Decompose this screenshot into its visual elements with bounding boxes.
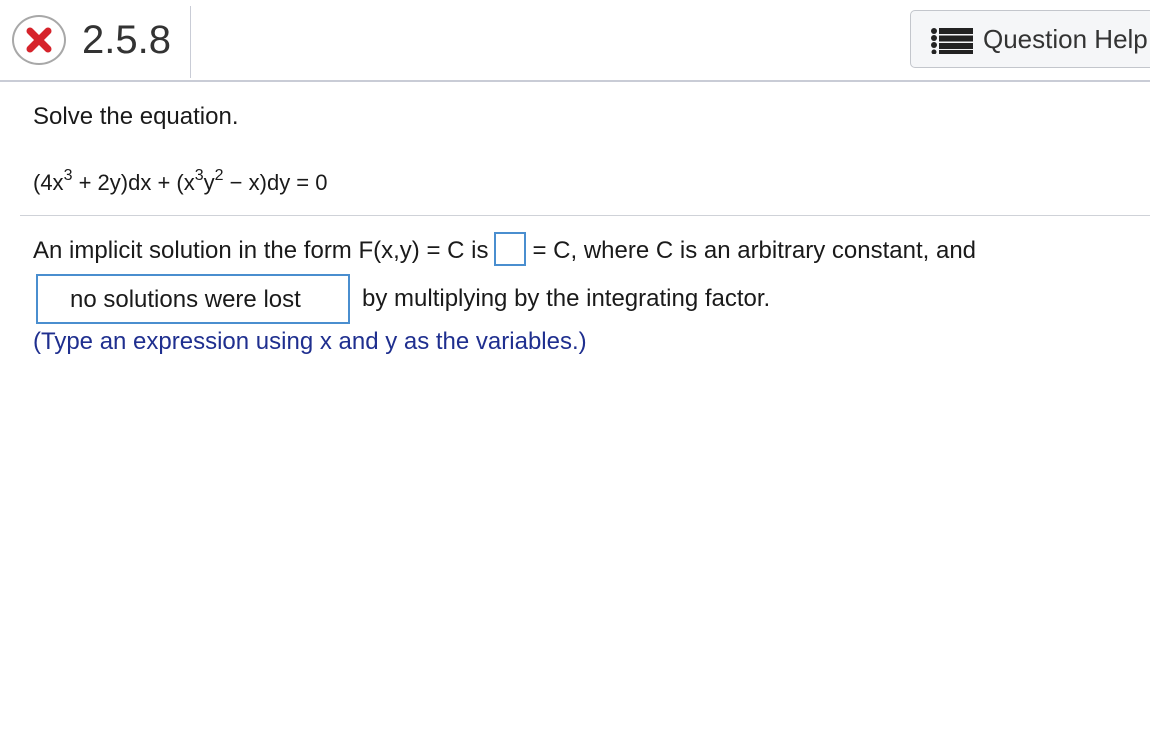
lost-solutions-dropdown[interactable]: no solutions were lost [36,274,350,324]
answer-sentence-start: An implicit solution in the form F(x,y) … [33,237,489,264]
header-divider [190,6,191,78]
lost-solutions-text: by multiplying by the integrating factor… [362,285,771,312]
question-help-label: Question Help [983,24,1148,54]
lost-solutions-selected: no solutions were lost [70,286,301,313]
equation-part: − x)dy = 0 [223,170,328,195]
equation-part: + 2y)dx + (x [72,170,195,195]
question-help-button[interactable]: Question Help [910,10,1150,68]
question-header: 2.5.8 Question Help [0,0,1150,82]
answer-sentence: An implicit solution in the form F(x,y) … [33,231,977,266]
differential-equation: (4x3 + 2y)dx + (x3y2 − x)dy = 0 [33,163,328,203]
list-icon [931,28,973,59]
input-hint: (Type an expression using x and y as the… [33,328,587,355]
answer-sentence-end: = C, where C is an arbitrary constant, a… [532,237,977,264]
x-circle-icon [12,15,66,65]
equation-part: (4x [33,170,64,195]
equation-exponent: 3 [63,166,73,184]
equation-exponent: 3 [194,166,204,184]
question-number: 2.5.8 [82,18,171,62]
implicit-solution-input[interactable] [494,231,527,266]
equation-part: y [203,170,215,195]
equation-divider [20,215,1150,216]
equation-exponent: 2 [214,166,224,184]
question-prompt: Solve the equation. [33,103,239,130]
